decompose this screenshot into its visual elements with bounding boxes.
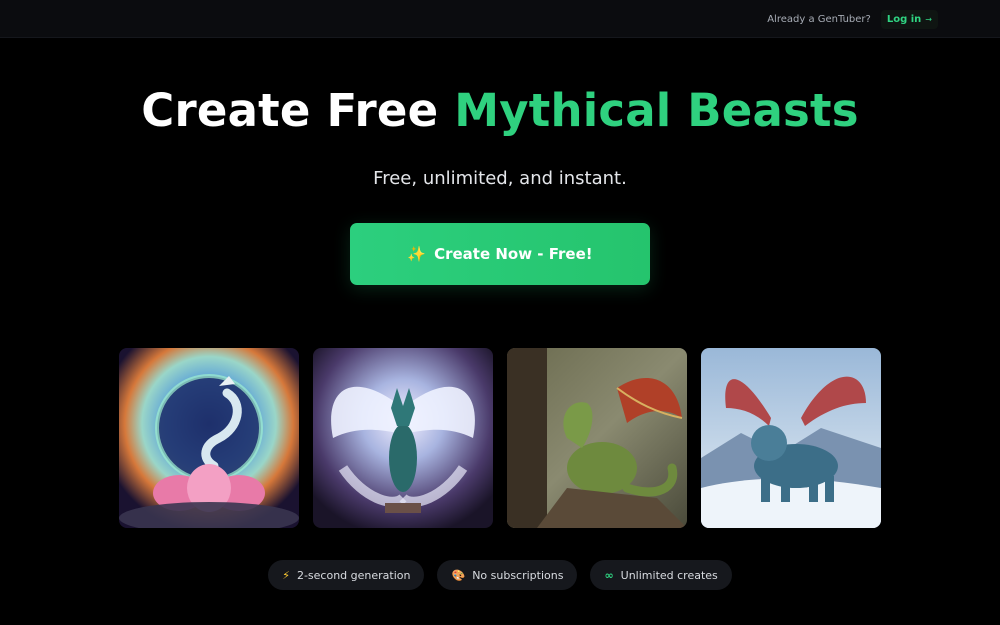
hero-title-accent: Mythical Beasts (454, 84, 859, 137)
lightning-icon: ⚡ (282, 568, 290, 582)
gallery-image-winged-lion (701, 348, 881, 528)
arrow-right-icon: → (925, 14, 932, 24)
gallery-image-green-dragon (507, 348, 687, 528)
hero-title-main: Create Free (141, 84, 455, 137)
login-label: Log in (886, 13, 922, 25)
badge-fast-generation: ⚡ 2-second generation (268, 560, 425, 590)
example-gallery (119, 348, 881, 528)
badge-no-subscriptions: 🎨 No subscriptions (437, 560, 578, 590)
hero-subtitle: Free, unlimited, and instant. (373, 168, 627, 189)
infinity-icon: ∞ (604, 568, 614, 582)
sparkles-icon: ✨ (407, 245, 427, 263)
top-bar: Already a GenTuber? Log in → (0, 0, 1000, 38)
gallery-image-cosmic-dragon (119, 348, 299, 528)
top-bar-right: Already a GenTuber? Log in → (767, 0, 938, 38)
badge-label: 2-second generation (296, 568, 411, 582)
palette-icon: 🎨 (451, 568, 466, 582)
create-now-button[interactable]: ✨ Create Now - Free! (350, 223, 650, 285)
badge-unlimited: ∞ Unlimited creates (590, 560, 732, 590)
gallery-image-fox-spirit (313, 348, 493, 528)
create-now-label: Create Now - Free! (434, 245, 593, 263)
badge-label: Unlimited creates (620, 568, 718, 582)
already-member-text: Already a GenTuber? (767, 13, 871, 25)
feature-badges: ⚡ 2-second generation 🎨 No subscriptions… (0, 560, 1000, 590)
login-link[interactable]: Log in → (880, 9, 938, 29)
hero-title: Create Free Mythical Beasts (0, 84, 1000, 137)
badge-label: No subscriptions (472, 568, 564, 582)
